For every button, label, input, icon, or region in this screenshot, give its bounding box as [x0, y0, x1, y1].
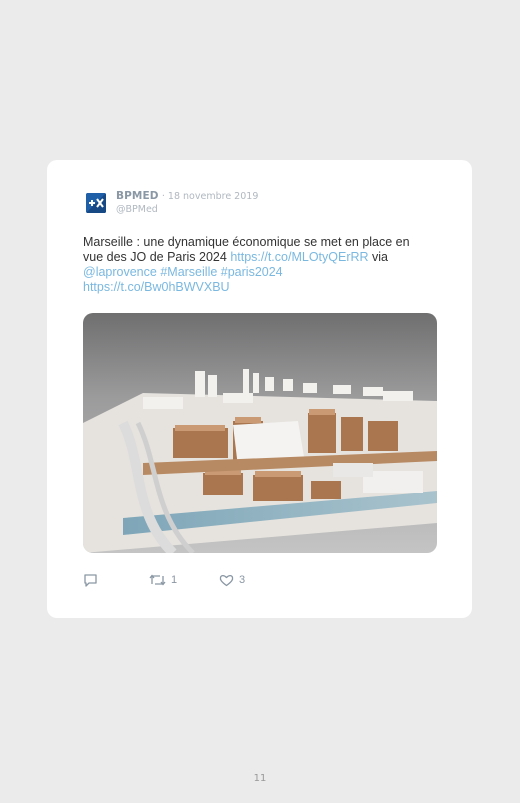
tweet-link-2[interactable]: https://t.co/Bw0hBWVXBU — [83, 280, 230, 294]
like-count: 3 — [239, 574, 246, 586]
tweet-date[interactable]: · 18 novembre 2019 — [162, 191, 258, 202]
tweet-image[interactable] — [83, 313, 437, 553]
hashtag-paris2024[interactable]: #paris2024 — [221, 265, 283, 279]
page-number: 11 — [253, 773, 267, 784]
like-button[interactable]: 3 — [219, 572, 245, 588]
retweet-count: 1 — [171, 574, 178, 586]
tweet-actions: 1 3 — [83, 572, 443, 588]
tweet-link-1[interactable]: https://t.co/MLOtyQErRR — [230, 250, 368, 264]
tweet-author-line: BPMED · 18 novembre 2019 — [116, 190, 258, 203]
reply-icon — [84, 574, 97, 587]
reply-button[interactable] — [83, 572, 98, 588]
author-handle[interactable]: @BPMed — [116, 204, 158, 215]
retweet-icon — [149, 574, 166, 586]
architectural-model-photo — [83, 313, 437, 553]
tweet-text-via: via — [368, 250, 388, 264]
mention-laprovence[interactable]: @laprovence — [83, 265, 157, 279]
author-name[interactable]: BPMED — [116, 190, 159, 202]
heart-icon — [219, 574, 234, 587]
tweet-card: BPMED · 18 novembre 2019 @BPMed Marseill… — [47, 160, 472, 618]
bpmed-avatar[interactable] — [86, 193, 106, 213]
hashtag-marseille[interactable]: #Marseille — [160, 265, 217, 279]
tweet-text-line2: vue des JO de Paris 2024 — [83, 250, 231, 264]
bpmed-logo-icon — [86, 193, 106, 213]
tweet-text-line1: Marseille : une dynamique économique se … — [83, 235, 410, 249]
retweet-button[interactable]: 1 — [149, 572, 177, 588]
tweet-text: Marseille : une dynamique économique se … — [83, 235, 443, 295]
